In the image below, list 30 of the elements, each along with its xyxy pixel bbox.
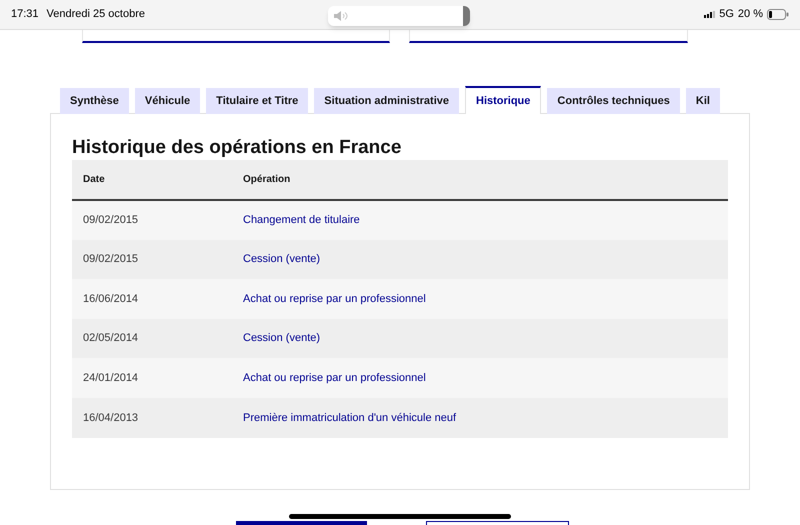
date-cell: 09/02/2015 bbox=[72, 240, 243, 280]
date-cell: 16/06/2014 bbox=[72, 279, 243, 319]
date-cell: 16/04/2013 bbox=[72, 398, 243, 438]
tab[interactable]: Véhicule bbox=[134, 88, 200, 114]
date-cell: 02/05/2014 bbox=[72, 318, 243, 358]
status-date: Vendredi 25 octobre bbox=[46, 7, 145, 22]
operation-cell: Achat ou reprise par un professionnel bbox=[243, 279, 728, 319]
tab[interactable]: Titulaire et Titre bbox=[206, 88, 308, 114]
battery-label: 20 % bbox=[738, 7, 763, 22]
section-title: Historique des opérations en France bbox=[72, 136, 402, 160]
tab[interactable]: Contrôles techniques bbox=[547, 88, 680, 114]
operation-cell: Cession (vente) bbox=[243, 318, 728, 358]
tab[interactable]: Situation administrative bbox=[314, 88, 459, 114]
date-cell: 09/02/2015 bbox=[72, 200, 243, 240]
tab[interactable]: Historique bbox=[465, 86, 542, 114]
date-cell: 24/01/2014 bbox=[72, 358, 243, 398]
network-label: 5G bbox=[719, 7, 734, 22]
operation-cell: Première immatriculation d'un véhicule neuf bbox=[243, 398, 728, 438]
operation-cell: Cession (vente) bbox=[243, 240, 728, 280]
operation-cell: Changement de titulaire bbox=[243, 200, 728, 240]
tab[interactable]: Kil bbox=[686, 88, 720, 114]
column-header: Date bbox=[72, 160, 243, 200]
volume-handle bbox=[463, 6, 470, 26]
column-header: Opération bbox=[243, 160, 728, 200]
battery-icon bbox=[767, 9, 789, 20]
speaker-icon bbox=[334, 11, 348, 21]
tab[interactable]: Synthèse bbox=[60, 88, 129, 114]
signal-icon bbox=[704, 11, 716, 18]
status-time: 17:31 bbox=[11, 7, 39, 22]
operation-cell: Achat ou reprise par un professionnel bbox=[243, 358, 728, 398]
